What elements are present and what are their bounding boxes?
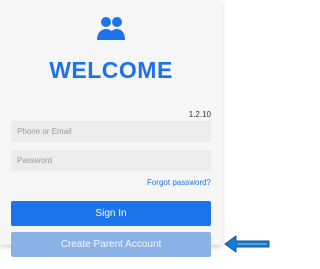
- version-label: 1.2.10: [188, 110, 211, 119]
- phone-or-email-input[interactable]: [11, 121, 211, 142]
- sign-in-button[interactable]: Sign In: [11, 201, 211, 226]
- forgot-password-link[interactable]: Forgot password?: [147, 178, 211, 187]
- screen: WELCOME 1.2.10 Forgot password? Sign In …: [0, 0, 274, 269]
- login-panel: WELCOME 1.2.10 Forgot password? Sign In …: [0, 0, 222, 257]
- users-icon: [97, 17, 125, 40]
- create-parent-account-button[interactable]: Create Parent Account: [11, 232, 211, 257]
- arrow-left-icon: [224, 235, 270, 253]
- password-input[interactable]: [11, 150, 211, 171]
- welcome-heading: WELCOME: [49, 57, 173, 83]
